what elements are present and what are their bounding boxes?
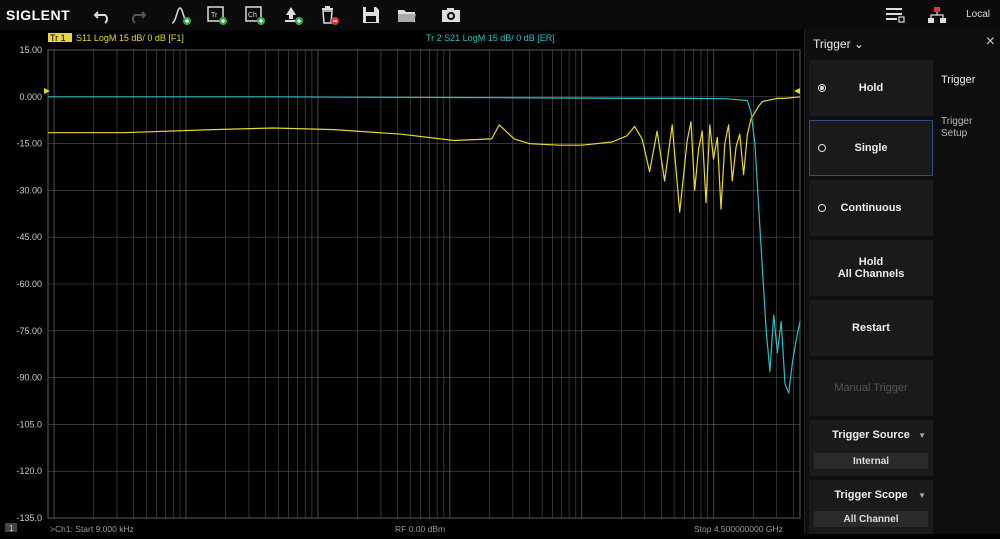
tr1-tag[interactable]: Tr 1 (50, 33, 66, 43)
trigger-source-label: Trigger Source (832, 429, 910, 441)
redo-icon[interactable] (126, 4, 148, 26)
y-tick-label: -120.0 (16, 466, 42, 476)
hold-all-label-line2: All Channels (837, 268, 905, 280)
undo-icon[interactable] (92, 4, 114, 26)
network-icon[interactable] (926, 4, 948, 26)
tr2-description: Tr 2 S21 LogM 15 dB/ 0 dB [ER] (426, 33, 555, 43)
siglent-logo: SIGLENT (6, 7, 71, 23)
start-frequency[interactable]: >Ch1: Start 9.000 kHz (50, 524, 134, 534)
side-tab-trigger-setup-line1[interactable]: Trigger (941, 116, 972, 127)
hold-button[interactable]: Hold (809, 60, 933, 116)
y-tick-label: -135.0 (16, 513, 42, 523)
continuous-label: Continuous (840, 202, 902, 214)
hold-all-channels-button[interactable]: Hold All Channels (809, 240, 933, 296)
trace-s11 (48, 96, 801, 213)
delete-icon[interactable] (318, 4, 340, 26)
toolbar: SIGLENT Tr Ch Local (0, 0, 1000, 31)
chart-svg[interactable]: 15.00 0.000 -15.00 -30.00 -45.00 -60.00 -75.00… (0, 30, 804, 534)
reference-arrow-left (44, 88, 50, 94)
manual-trigger-button[interactable]: Manual Trigger (809, 360, 933, 416)
trigger-source-dropdown[interactable]: Trigger Source ▼ Internal (809, 420, 933, 476)
trigger-source-value: Internal (814, 453, 928, 469)
restart-label: Restart (852, 322, 890, 334)
open-folder-icon[interactable] (396, 4, 418, 26)
y-tick-label: -15.00 (16, 139, 42, 149)
window-add-icon[interactable] (282, 4, 304, 26)
y-tick-label: 0.000 (19, 92, 42, 102)
manual-trigger-label: Manual Trigger (834, 382, 908, 394)
trigger-scope-value: All Channel (814, 511, 928, 527)
trigger-scope-label: Trigger Scope (834, 489, 908, 501)
radio-on-icon (818, 84, 826, 92)
rf-power[interactable]: RF 0.00 dBm (395, 524, 445, 534)
single-label: Single (854, 142, 888, 154)
close-icon[interactable]: × (986, 33, 995, 51)
radio-off-icon (818, 204, 826, 212)
restart-button[interactable]: Restart (809, 300, 933, 356)
side-tab-trigger[interactable]: Trigger (941, 74, 975, 86)
marker-add-icon[interactable] (170, 4, 192, 26)
chevron-down-icon: ⌄ (853, 37, 864, 51)
channel-add-icon[interactable]: Ch (244, 4, 266, 26)
radio-off-icon (818, 144, 826, 152)
reference-arrow-right (794, 88, 800, 94)
stop-frequency[interactable]: Stop 4.500000000 GHz (694, 524, 783, 534)
panel-title-trigger[interactable]: Trigger ⌄ (813, 37, 864, 51)
y-tick-label: -90.00 (16, 373, 42, 383)
y-tick-label: -105.0 (16, 419, 42, 429)
y-tick-label: -30.00 (16, 185, 42, 195)
status-local: Local (966, 9, 990, 20)
trace-add-icon[interactable]: Tr (206, 4, 228, 26)
y-tick-label: -60.00 (16, 279, 42, 289)
camera-icon[interactable] (440, 4, 462, 26)
svg-text:Tr: Tr (211, 12, 218, 19)
single-button[interactable]: Single (809, 120, 933, 176)
trigger-scope-dropdown[interactable]: Trigger Scope ▼ All Channel (809, 480, 933, 534)
channel-indicator[interactable]: 1 (9, 524, 14, 533)
hold-label: Hold (858, 82, 884, 94)
continuous-button[interactable]: Continuous (809, 180, 933, 236)
menu-icon[interactable] (884, 4, 906, 26)
save-icon[interactable] (360, 4, 382, 26)
side-tab-trigger-setup-line2[interactable]: Setup (941, 128, 967, 139)
tr1-description: S11 LogM 15 dB/ 0 dB [F1] (76, 33, 184, 43)
svg-text:Ch: Ch (248, 12, 257, 19)
plot-area[interactable]: 15.00 0.000 -15.00 -30.00 -45.00 -60.00 -75.00… (0, 30, 804, 534)
y-tick-label: 15.00 (19, 45, 42, 55)
y-tick-label: -45.00 (16, 232, 42, 242)
panel-title-label: Trigger (813, 37, 851, 51)
y-tick-label: -75.00 (16, 326, 42, 336)
caret-down-icon: ▼ (918, 431, 926, 440)
hold-all-label-line1: Hold (858, 256, 884, 268)
trigger-panel: Trigger ⌄ × Hold Single Continuous Hold … (804, 30, 1000, 534)
caret-down-icon: ▼ (918, 491, 926, 500)
